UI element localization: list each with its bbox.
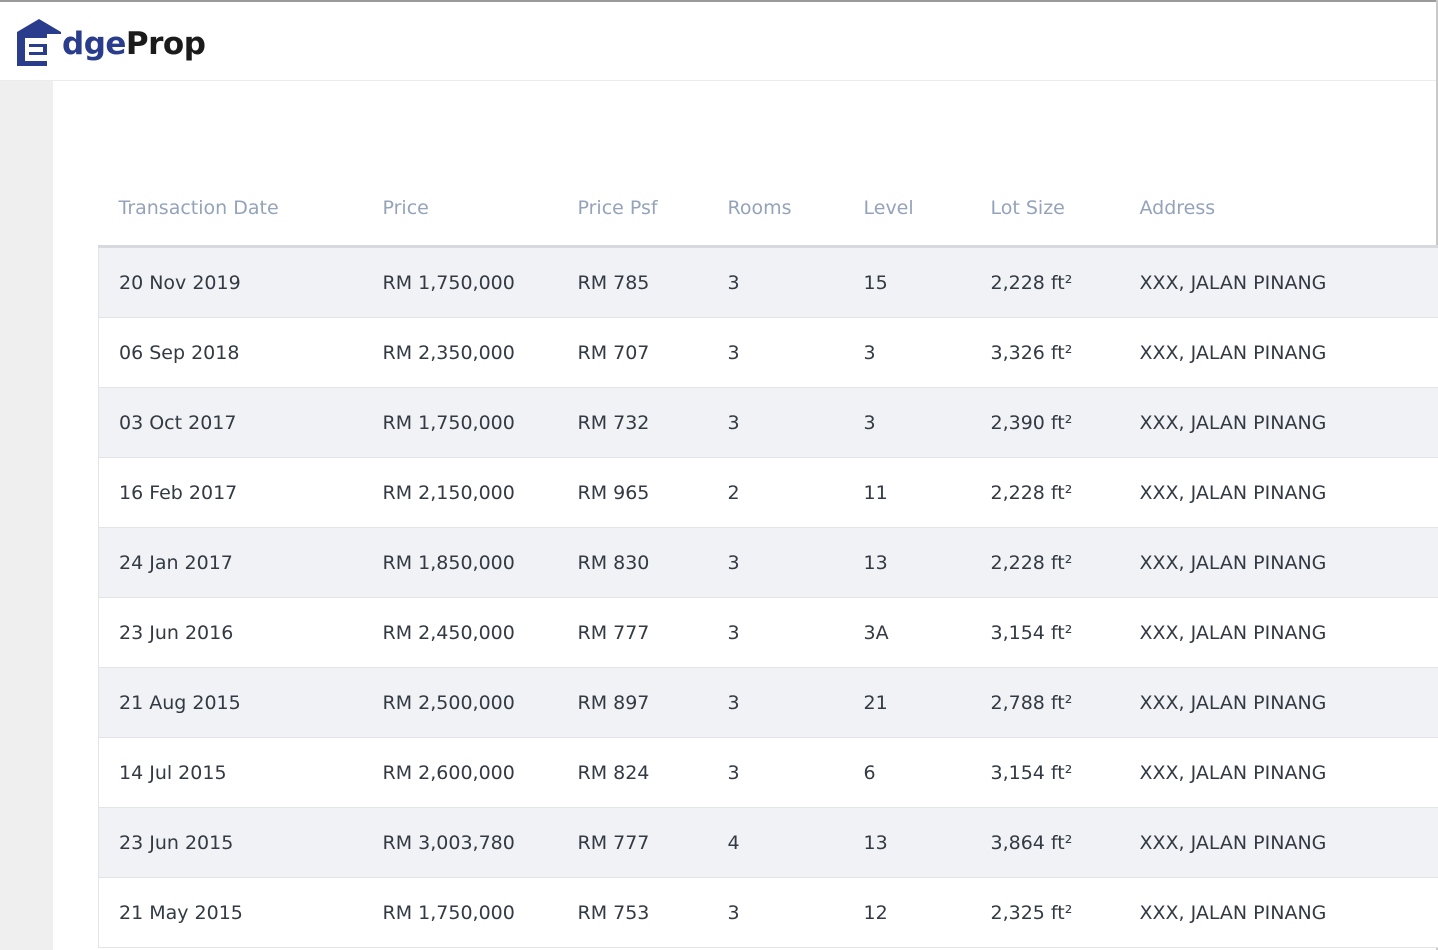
table-header-row: Transaction Date Price Price Psf Rooms L… [98, 170, 1438, 248]
cell-transaction-date: 24 Jan 2017 [98, 527, 363, 598]
cell-price: RM 1,750,000 [362, 246, 558, 318]
edgeprop-logo[interactable]: dgeProp [14, 18, 206, 68]
cell-transaction-date: 16 Feb 2017 [98, 457, 363, 528]
cell-price-psf: RM 777 [557, 597, 708, 668]
cell-price-psf: RM 830 [557, 527, 708, 598]
table-row[interactable]: 23 Jun 2015 RM 3,003,780 RM 777 4 13 3,864 ft… [98, 807, 1438, 878]
cell-rooms: 3 [707, 597, 844, 668]
cell-lot-size: 2,228 ft² [970, 527, 1120, 598]
cell-address: XXX, JALAN PINANG [1119, 597, 1438, 668]
table-row[interactable]: 21 May 2015 RM 1,750,000 RM 753 3 12 2,325 ft… [98, 877, 1438, 948]
cell-transaction-date: 23 Jun 2015 [98, 807, 363, 878]
cell-price: RM 2,350,000 [362, 317, 558, 388]
cell-address: XXX, JALAN PINANG [1119, 807, 1438, 878]
cell-address: XXX, JALAN PINANG [1119, 527, 1438, 598]
table-body: 20 Nov 2019 RM 1,750,000 RM 785 3 15 2,228 ft… [98, 246, 1438, 948]
transaction-table: Transaction Date Price Price Psf Rooms L… [98, 170, 1438, 948]
cell-address: XXX, JALAN PINANG [1119, 317, 1438, 388]
logo-wordmark: dgeProp [62, 26, 206, 62]
cell-rooms: 4 [707, 807, 844, 878]
table-row[interactable]: 20 Nov 2019 RM 1,750,000 RM 785 3 15 2,228 ft… [98, 246, 1438, 318]
cell-level: 13 [843, 807, 971, 878]
cell-address: XXX, JALAN PINANG [1119, 877, 1438, 948]
col-header-transaction-date[interactable]: Transaction Date [98, 170, 363, 248]
table-row[interactable]: 14 Jul 2015 RM 2,600,000 RM 824 3 6 3,154 ft²… [98, 737, 1438, 808]
cell-price: RM 1,850,000 [362, 527, 558, 598]
cell-lot-size: 3,326 ft² [970, 317, 1120, 388]
cell-rooms: 3 [707, 527, 844, 598]
cell-rooms: 3 [707, 317, 844, 388]
cell-level: 6 [843, 737, 971, 808]
cell-transaction-date: 03 Oct 2017 [98, 387, 363, 458]
cell-price: RM 2,450,000 [362, 597, 558, 668]
cell-price: RM 2,600,000 [362, 737, 558, 808]
col-header-address[interactable]: Address [1119, 170, 1438, 248]
cell-level: 21 [843, 667, 971, 738]
cell-address: XXX, JALAN PINANG [1119, 737, 1438, 808]
cell-lot-size: 3,154 ft² [970, 737, 1120, 808]
cell-lot-size: 2,325 ft² [970, 877, 1120, 948]
cell-lot-size: 3,864 ft² [970, 807, 1120, 878]
cell-price-psf: RM 897 [557, 667, 708, 738]
table-row[interactable]: 24 Jan 2017 RM 1,850,000 RM 830 3 13 2,228 ft… [98, 527, 1438, 598]
cell-lot-size: 3,154 ft² [970, 597, 1120, 668]
cell-level: 15 [843, 246, 971, 318]
cell-price: RM 2,500,000 [362, 667, 558, 738]
cell-level: 13 [843, 527, 971, 598]
cell-price-psf: RM 965 [557, 457, 708, 528]
cell-transaction-date: 20 Nov 2019 [98, 246, 363, 318]
cell-lot-size: 2,390 ft² [970, 387, 1120, 458]
cell-address: XXX, JALAN PINANG [1119, 457, 1438, 528]
cell-rooms: 3 [707, 877, 844, 948]
cell-address: XXX, JALAN PINANG [1119, 387, 1438, 458]
cell-lot-size: 2,228 ft² [970, 457, 1120, 528]
cell-transaction-date: 06 Sep 2018 [98, 317, 363, 388]
table-row[interactable]: 16 Feb 2017 RM 2,150,000 RM 965 2 11 2,228 ft… [98, 457, 1438, 528]
col-header-level[interactable]: Level [843, 170, 971, 248]
left-sidebar [0, 81, 53, 950]
cell-address: XXX, JALAN PINANG [1119, 667, 1438, 738]
cell-address: XXX, JALAN PINANG [1119, 246, 1438, 318]
cell-price: RM 3,003,780 [362, 807, 558, 878]
cell-rooms: 3 [707, 737, 844, 808]
cell-level: 11 [843, 457, 971, 528]
cell-rooms: 3 [707, 667, 844, 738]
col-header-lot-size[interactable]: Lot Size [970, 170, 1120, 248]
cell-lot-size: 2,788 ft² [970, 667, 1120, 738]
cell-transaction-date: 21 Aug 2015 [98, 667, 363, 738]
cell-price-psf: RM 785 [557, 246, 708, 318]
table-row[interactable]: 21 Aug 2015 RM 2,500,000 RM 897 3 21 2,788 ft… [98, 667, 1438, 738]
cell-level: 3A [843, 597, 971, 668]
cell-transaction-date: 23 Jun 2016 [98, 597, 363, 668]
cell-rooms: 3 [707, 246, 844, 318]
table-row[interactable]: 23 Jun 2016 RM 2,450,000 RM 777 3 3A 3,154 ft… [98, 597, 1438, 668]
col-header-price[interactable]: Price [362, 170, 558, 248]
cell-price-psf: RM 777 [557, 807, 708, 878]
cell-price-psf: RM 707 [557, 317, 708, 388]
cell-level: 12 [843, 877, 971, 948]
cell-price-psf: RM 824 [557, 737, 708, 808]
cell-price: RM 1,750,000 [362, 877, 558, 948]
cell-transaction-date: 21 May 2015 [98, 877, 363, 948]
cell-price-psf: RM 732 [557, 387, 708, 458]
cell-price-psf: RM 753 [557, 877, 708, 948]
cell-price: RM 1,750,000 [362, 387, 558, 458]
table-row[interactable]: 03 Oct 2017 RM 1,750,000 RM 732 3 3 2,390 ft²… [98, 387, 1438, 458]
table-row[interactable]: 06 Sep 2018 RM 2,350,000 RM 707 3 3 3,326 ft²… [98, 317, 1438, 388]
cell-level: 3 [843, 317, 971, 388]
site-header: dgeProp [0, 2, 1436, 81]
cell-lot-size: 2,228 ft² [970, 246, 1120, 318]
col-header-price-psf[interactable]: Price Psf [557, 170, 708, 248]
cell-level: 3 [843, 387, 971, 458]
cell-rooms: 3 [707, 387, 844, 458]
cell-price: RM 2,150,000 [362, 457, 558, 528]
col-header-rooms[interactable]: Rooms [707, 170, 844, 248]
cell-rooms: 2 [707, 457, 844, 528]
cell-transaction-date: 14 Jul 2015 [98, 737, 363, 808]
main-content: Transaction Date Price Price Psf Rooms L… [53, 81, 1438, 950]
